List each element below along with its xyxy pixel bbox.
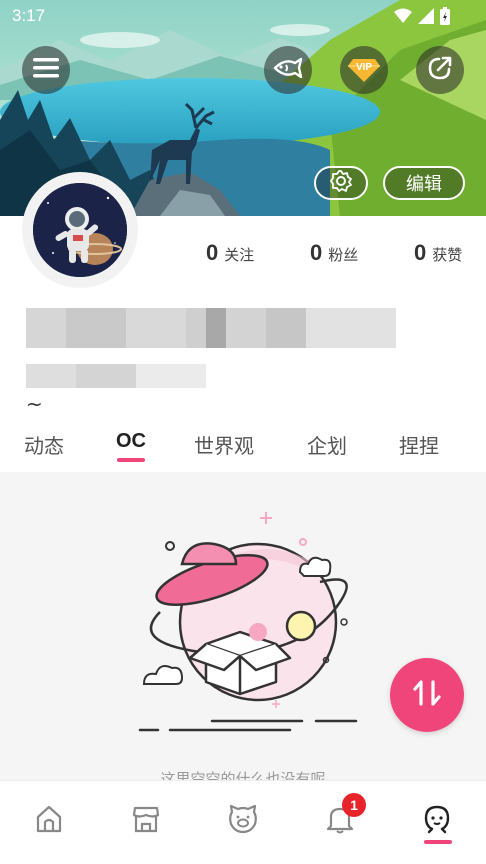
share-icon (427, 55, 453, 85)
bio-tilde: ~ (26, 392, 43, 416)
likes-stat[interactable]: 0 获赞 (414, 240, 462, 266)
share-button[interactable] (416, 46, 464, 94)
menu-button[interactable] (22, 46, 70, 94)
tab-active-indicator (117, 458, 145, 462)
sort-toggle-button[interactable] (390, 658, 464, 732)
tab-pinch[interactable]: 捏捏 (399, 430, 439, 459)
tab-worldview[interactable]: 世界观 (194, 430, 254, 459)
status-bar: 3:17 (0, 0, 486, 32)
profile-screen: 3:17 VIP 编辑 0 关注 0 粉丝 0 获赞 ~ 动态 OC 世界观 企… (0, 0, 486, 864)
profile-stats: 0 关注 0 粉丝 0 获赞 (0, 240, 486, 276)
tab-posts[interactable]: 动态 (24, 430, 64, 459)
notification-badge: 1 (342, 793, 366, 817)
hamburger-menu-icon (33, 57, 59, 83)
likes-label: 获赞 (432, 246, 463, 264)
fans-count: 0 (310, 240, 323, 265)
home-icon (34, 804, 64, 838)
pet-face-icon (227, 804, 259, 838)
following-stat[interactable]: 0 关注 (206, 240, 254, 266)
shop-icon (131, 804, 161, 838)
vip-diamond-icon: VIP (347, 57, 381, 83)
following-count: 0 (206, 240, 219, 265)
nav-home[interactable] (29, 801, 69, 841)
gear-icon (330, 169, 352, 197)
tab-oc[interactable]: OC (116, 430, 146, 453)
fish-button[interactable] (264, 46, 312, 94)
tab-content: 这里空空的什么也没有呢 (0, 472, 486, 782)
username-redacted (26, 308, 396, 348)
nav-profile[interactable] (417, 801, 457, 841)
signal-icon (418, 8, 434, 29)
fish-icon (273, 57, 303, 83)
edit-profile-button[interactable]: 编辑 (383, 166, 465, 200)
profile-face-icon (422, 804, 452, 838)
nav-active-indicator (424, 840, 452, 844)
wifi-icon (394, 8, 412, 29)
following-label: 关注 (224, 246, 255, 264)
swap-vertical-icon (410, 676, 444, 714)
battery-icon (440, 7, 450, 30)
vip-button[interactable]: VIP (340, 46, 388, 94)
bio-redacted (26, 364, 206, 388)
fans-label: 粉丝 (328, 246, 359, 264)
profile-tabs: 动态 OC 世界观 企划 捏捏 (0, 424, 486, 472)
vip-label: VIP (355, 62, 373, 73)
nav-pet[interactable] (223, 801, 263, 841)
nav-notifications[interactable]: 1 (320, 793, 366, 841)
fans-stat[interactable]: 0 粉丝 (310, 240, 358, 266)
likes-count: 0 (414, 240, 427, 265)
nav-shop[interactable] (126, 801, 166, 841)
status-time: 3:17 (12, 6, 46, 25)
settings-button[interactable] (314, 166, 368, 200)
tab-project[interactable]: 企划 (307, 430, 347, 459)
bottom-navigation: 1 (0, 780, 486, 864)
